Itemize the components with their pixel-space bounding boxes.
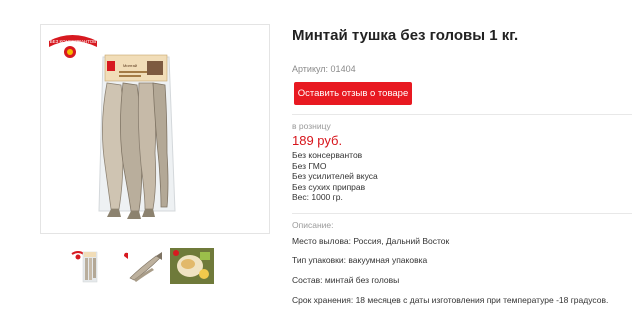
- product-price: 189 руб.: [292, 133, 343, 148]
- thumbnail-dish[interactable]: [170, 248, 214, 284]
- property-packaging: Тип упаковки: вакуумная упаковка: [292, 255, 428, 265]
- feature-item: Вес: 1000 гр.: [292, 192, 343, 202]
- package-label: Минтай: [123, 63, 137, 68]
- divider: [292, 213, 632, 214]
- leave-review-button[interactable]: Оставить отзыв о товаре: [294, 82, 412, 105]
- property-shelf-life: Срок хранения: 18 месяцев с даты изготов…: [292, 295, 609, 305]
- no-preservatives-badge: БЕЗ КОНСЕРВАНТОВ: [49, 35, 97, 58]
- package-thumb-icon: [71, 251, 98, 283]
- thumbnail-fish[interactable]: [120, 248, 164, 284]
- fish-thumb-icon: [124, 252, 162, 282]
- feature-item: Без ГМО: [292, 160, 327, 171]
- thumbnail-strip: [68, 248, 248, 288]
- feature-item: Без усилителей вкуса: [292, 171, 378, 181]
- badge-text: БЕЗ КОНСЕРВАНТОВ: [50, 39, 97, 44]
- main-product-image[interactable]: БЕЗ КОНСЕРВАНТОВ Минтай: [40, 24, 270, 234]
- dish-thumb-icon: [170, 248, 214, 284]
- description-label: Описание:: [292, 220, 334, 230]
- product-info: Минтай тушка без головы 1 кг. Артикул: 0…: [292, 0, 632, 320]
- property-catch-location: Место вылова: Россия, Дальний Восток: [292, 236, 450, 246]
- retail-label: в розницу: [292, 121, 331, 131]
- feature-list: Без консервантов Без ГМО Без усилителей …: [292, 150, 378, 203]
- thumbnail-package[interactable]: [68, 248, 112, 284]
- divider: [292, 114, 632, 115]
- property-composition: Состав: минтай без головы: [292, 275, 400, 285]
- product-gallery: БЕЗ КОНСЕРВАНТОВ Минтай: [40, 24, 270, 320]
- feature-item: Без консервантов: [292, 150, 363, 160]
- product-title: Минтай тушка без головы 1 кг.: [292, 27, 519, 44]
- product-photo: БЕЗ КОНСЕРВАНТОВ Минтай: [49, 35, 176, 219]
- product-sku: Артикул: 01404: [292, 64, 356, 74]
- feature-item: Без сухих приправ: [292, 181, 366, 192]
